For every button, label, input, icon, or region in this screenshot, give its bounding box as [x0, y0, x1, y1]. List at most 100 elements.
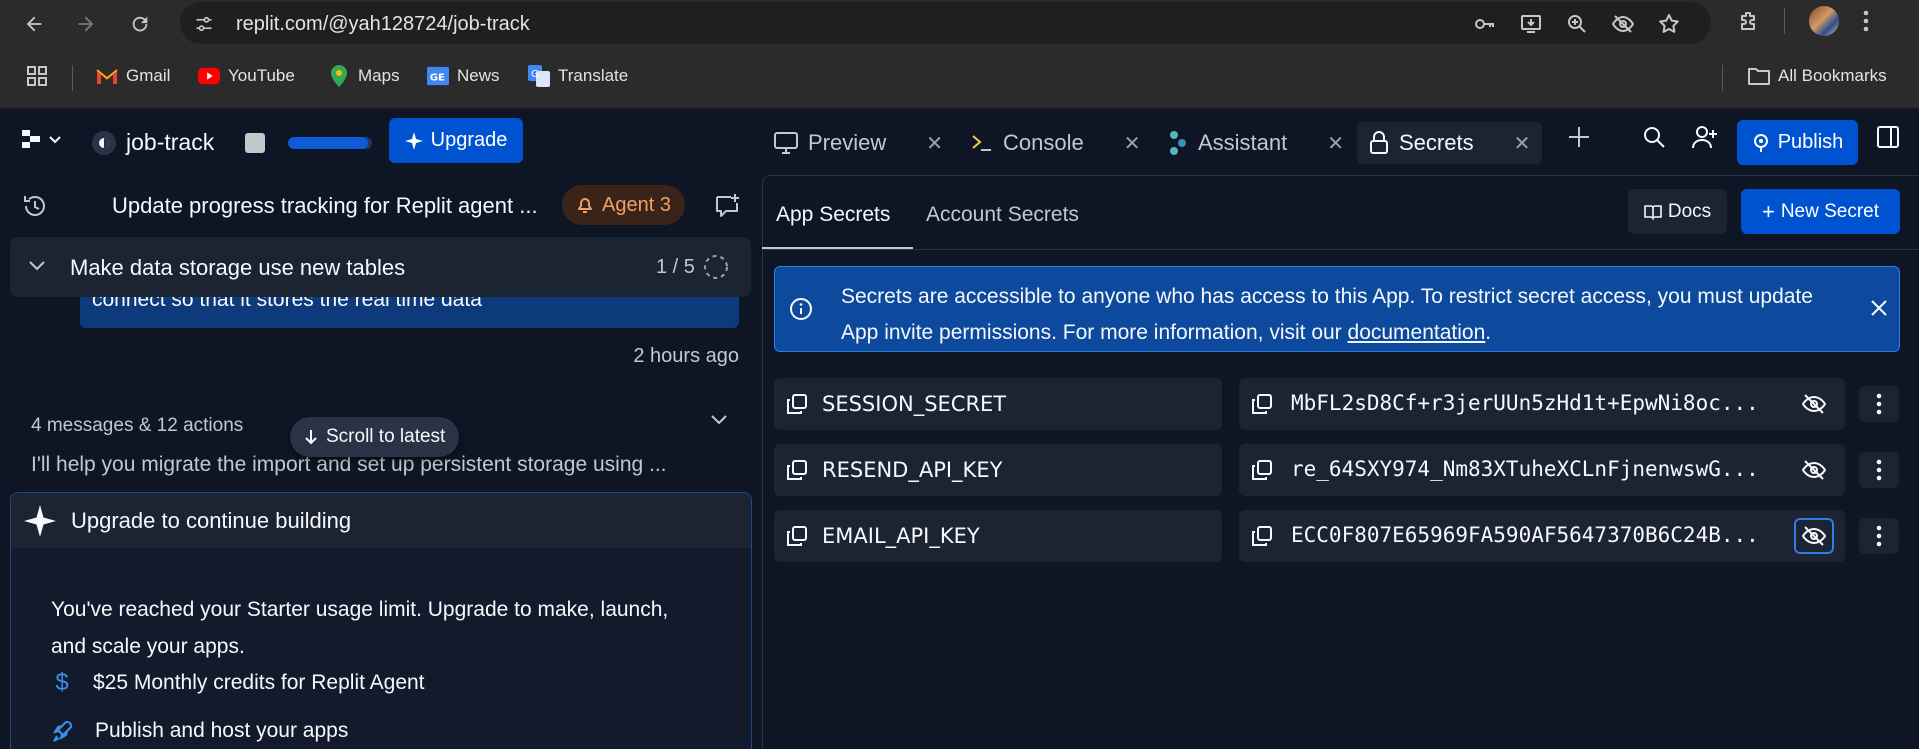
all-bookmarks-label: All Bookmarks	[1778, 66, 1887, 85]
close-icon[interactable]	[1869, 298, 1889, 318]
url-text[interactable]: replit.com/@yah128724/job-track	[236, 13, 530, 36]
bookmark-youtube[interactable]: YouTube	[198, 65, 295, 87]
copy-icon[interactable]	[786, 525, 808, 547]
loading-spinner-icon	[703, 254, 729, 280]
usage-progress-bar	[288, 137, 372, 149]
upgrade-card-header: Upgrade to continue building	[11, 493, 751, 548]
history-icon[interactable]	[22, 193, 48, 219]
plus-icon: +	[1761, 198, 1775, 224]
tab-preview[interactable]: Preview ✕	[762, 122, 955, 164]
secret-key-field[interactable]: SESSION_SECRET	[774, 378, 1222, 430]
bookmarks-divider	[1722, 65, 1723, 91]
bookmark-gmail[interactable]: Gmail	[96, 65, 170, 87]
secret-key-field[interactable]: RESEND_API_KEY	[774, 444, 1222, 496]
site-settings-icon[interactable]	[193, 13, 215, 35]
publish-label: Publish	[1777, 131, 1844, 153]
secret-value-field[interactable]: ECC0F807E65969FA590AF5647370B6C24B...	[1239, 510, 1845, 562]
publish-button[interactable]: Publish	[1737, 120, 1858, 165]
close-icon[interactable]: ✕	[1327, 131, 1344, 156]
bookmark-maps[interactable]: Maps	[328, 65, 400, 87]
upgrade-label: Upgrade	[430, 129, 508, 151]
more-options-icon[interactable]	[1859, 386, 1899, 422]
agent-badge[interactable]: Agent 3	[562, 185, 685, 225]
replit-menu-button[interactable]	[20, 129, 62, 149]
hide-value-icon[interactable]	[1794, 452, 1834, 488]
upgrade-button[interactable]: Upgrade	[389, 118, 523, 163]
docs-button[interactable]: Docs	[1628, 189, 1727, 234]
workspace-header: job-track Upgrade Preview ✕ Console ✕ As…	[0, 109, 1919, 175]
address-bar[interactable]: replit.com/@yah128724/job-track	[180, 2, 1711, 44]
chrome-menu-icon[interactable]	[1863, 10, 1869, 32]
documentation-link[interactable]: documentation	[1348, 321, 1486, 344]
new-tab-icon[interactable]	[1567, 125, 1591, 149]
close-icon[interactable]: ✕	[1514, 131, 1531, 156]
secret-key-field[interactable]: EMAIL_API_KEY	[774, 510, 1222, 562]
tab-assistant[interactable]: Assistant ✕	[1156, 122, 1356, 164]
stop-icon[interactable]	[245, 133, 265, 153]
assistant-icon	[1168, 130, 1188, 156]
task-label: Make data storage use new tables	[70, 255, 406, 280]
zoom-icon[interactable]	[1563, 10, 1591, 38]
task-progress-bar[interactable]: Make data storage use new tables 1 / 5	[10, 237, 751, 297]
hide-value-icon[interactable]	[1794, 518, 1834, 554]
maps-icon	[328, 65, 350, 87]
bookmarks-bar: Gmail YouTube Maps GE News G Translate A…	[0, 47, 1919, 109]
invite-user-icon[interactable]	[1692, 125, 1718, 149]
copy-icon[interactable]	[1251, 393, 1273, 415]
tab-app-secrets[interactable]: App Secrets	[776, 203, 890, 227]
profile-avatar[interactable]	[1809, 6, 1839, 36]
chevron-down-icon[interactable]	[710, 413, 728, 427]
more-options-icon[interactable]	[1859, 518, 1899, 554]
reload-icon[interactable]	[124, 8, 156, 40]
close-icon[interactable]: ✕	[1124, 131, 1141, 156]
secret-value-field[interactable]: MbFL2sD8Cf+r3jerUUn5zHd1t+EpwNi8oc...	[1239, 378, 1845, 430]
bookmark-translate[interactable]: G Translate	[528, 65, 628, 87]
copy-icon[interactable]	[786, 393, 808, 415]
close-icon[interactable]: ✕	[926, 131, 943, 156]
extensions-icon[interactable]	[1736, 9, 1760, 33]
install-app-icon[interactable]	[1517, 10, 1545, 38]
info-banner-text: Secrets are accessible to anyone who has…	[841, 279, 1831, 351]
tabs-divider	[762, 249, 1919, 250]
bookmark-label: Maps	[358, 66, 400, 85]
tab-console[interactable]: Console ✕	[959, 122, 1152, 164]
all-bookmarks[interactable]: All Bookmarks	[1748, 65, 1887, 87]
bookmark-star-icon[interactable]	[1655, 10, 1683, 38]
copy-icon[interactable]	[1251, 525, 1273, 547]
secret-row: EMAIL_API_KEY ECC0F807E65969FA590AF56473…	[774, 510, 1919, 562]
svg-text:G: G	[531, 69, 539, 80]
agent-chat-panel: Update progress tracking for Replit agen…	[0, 175, 762, 749]
eye-off-icon[interactable]	[1609, 10, 1637, 38]
messages-summary[interactable]: 4 messages & 12 actions	[31, 415, 243, 437]
search-icon[interactable]	[1642, 125, 1666, 149]
forward-icon[interactable]	[70, 8, 102, 40]
chevron-down-icon[interactable]	[28, 259, 46, 273]
apps-grid-icon[interactable]	[26, 65, 48, 87]
scroll-to-latest-button[interactable]: Scroll to latest	[290, 417, 460, 457]
hide-value-icon[interactable]	[1794, 386, 1834, 422]
secret-value: MbFL2sD8Cf+r3jerUUn5zHd1t+EpwNi8oc...	[1291, 391, 1759, 415]
more-options-icon[interactable]	[1859, 452, 1899, 488]
info-text-end: .	[1485, 321, 1492, 344]
tab-account-secrets[interactable]: Account Secrets	[926, 203, 1079, 227]
agent-badge-label: Agent 3	[602, 193, 671, 216]
project-icon	[92, 130, 116, 155]
bookmark-label: News	[457, 66, 500, 85]
back-icon[interactable]	[18, 8, 50, 40]
new-secret-button[interactable]: + New Secret	[1741, 189, 1900, 234]
tab-label: Console	[1003, 130, 1084, 155]
project-selector[interactable]: job-track	[92, 129, 214, 156]
copy-icon[interactable]	[1251, 459, 1273, 481]
bookmark-news[interactable]: GE News	[427, 65, 500, 87]
thread-header: Update progress tracking for Replit agen…	[0, 175, 762, 237]
new-chat-icon[interactable]	[714, 193, 740, 219]
secret-value-field[interactable]: re_64SXY974_Nm83XTuheXCLnFjnenwswG...	[1239, 444, 1845, 496]
key-icon[interactable]	[1471, 10, 1499, 38]
usage-progress-fill	[288, 137, 368, 149]
info-banner: Secrets are accessible to anyone who has…	[774, 266, 1900, 352]
tab-secrets[interactable]: Secrets ✕	[1357, 122, 1543, 164]
toggle-panel-icon[interactable]	[1876, 125, 1900, 149]
new-secret-label: New Secret	[1780, 200, 1880, 222]
book-icon	[1644, 204, 1662, 220]
copy-icon[interactable]	[786, 459, 808, 481]
